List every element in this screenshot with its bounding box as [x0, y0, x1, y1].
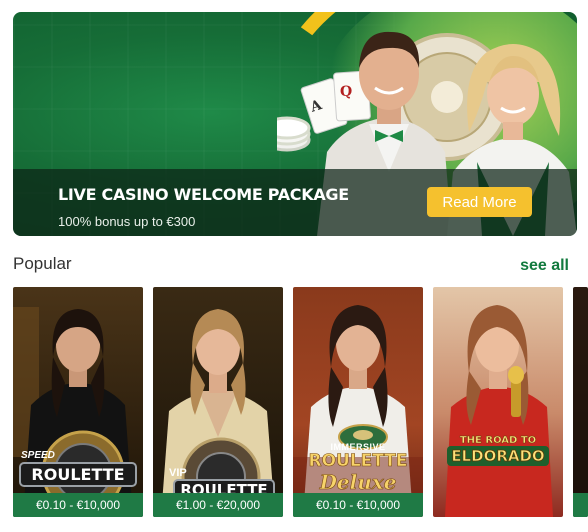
see-all-link[interactable]: see all	[520, 257, 569, 275]
section-title-popular: Popular	[13, 254, 72, 273]
game-logo-main: ELDORADO	[447, 446, 549, 466]
game-logo-main: ROULETTE	[19, 462, 137, 487]
game-logo-main: ROULETTE	[308, 451, 408, 471]
svg-text:Q: Q	[340, 84, 352, 100]
game-logo: THE ROAD TO ELDORADO	[433, 435, 563, 466]
bet-range-bar	[573, 493, 588, 517]
banner-title: LIVE CASINO WELCOME PACKAGE	[58, 185, 349, 204]
game-tile-immersive-roulette-deluxe[interactable]: IMMERSIVE ROULETTE Deluxe €0.10 - €10,00…	[293, 287, 423, 517]
dealer-thumbnail	[433, 287, 563, 517]
game-logo: IMMERSIVE ROULETTE Deluxe	[293, 442, 423, 493]
bet-range: €1.00 - €20,000	[153, 493, 283, 517]
game-logo-small: THE ROAD TO	[459, 435, 537, 446]
casino-chips-icon	[277, 116, 311, 152]
game-tile-road-to-eldorado[interactable]: THE ROAD TO ELDORADO	[433, 287, 563, 517]
read-more-button[interactable]: Read More	[427, 187, 532, 217]
game-tile-partial[interactable]	[573, 287, 588, 517]
promo-banner[interactable]: A Q LIVE CASINO WELCOME PACKAGE 100% bon…	[13, 12, 577, 236]
bet-range: €0.10 - €10,000	[293, 493, 423, 517]
game-logo-small: VIP	[169, 467, 187, 479]
game-logo-small: SPEED	[21, 450, 55, 461]
banner-subtitle: 100% bonus up to €300	[58, 214, 196, 229]
game-logo-script: Deluxe	[319, 470, 397, 494]
popular-games-row: SPEED ROULETTE €0.10 - €10,000 VIP ROULE…	[13, 287, 588, 517]
bet-range: €0.10 - €10,000	[13, 493, 143, 517]
game-logo: SPEED ROULETTE	[13, 450, 143, 487]
game-tile-vip-roulette[interactable]: VIP ROULETTE €1.00 - €20,000	[153, 287, 283, 517]
game-tile-speed-roulette[interactable]: SPEED ROULETTE €0.10 - €10,000	[13, 287, 143, 517]
